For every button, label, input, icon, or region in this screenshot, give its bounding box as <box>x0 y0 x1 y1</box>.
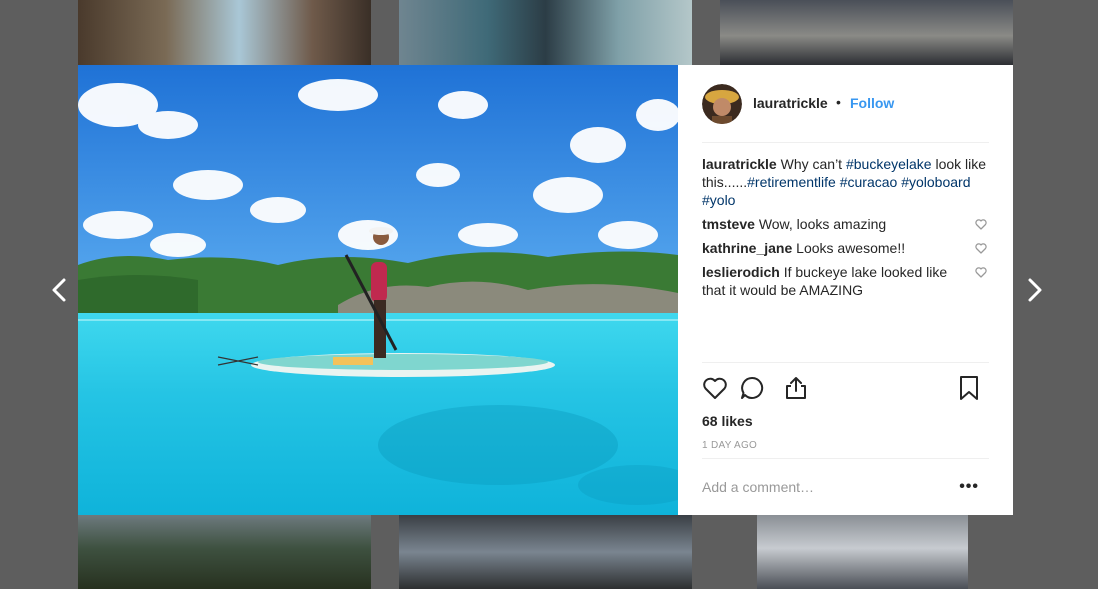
post-modal: lauratrickle • Follow lauratrickle Why c… <box>78 65 1013 515</box>
post-author-username[interactable]: lauratrickle <box>753 95 828 111</box>
grid-thumbnail[interactable] <box>78 0 371 65</box>
like-comment-heart-icon[interactable] <box>975 267 987 278</box>
heart-icon[interactable] <box>702 375 728 401</box>
hashtag-link[interactable]: #retirementlife <box>747 174 836 190</box>
like-comment-heart-icon[interactable] <box>975 243 987 254</box>
paddleboard-photo <box>78 65 678 515</box>
previous-post-button[interactable] <box>45 274 75 306</box>
chevron-left-icon <box>52 278 66 302</box>
comments-list: lauratrickle Why can’t #buckeyelake look… <box>702 155 989 305</box>
bookmark-icon[interactable] <box>956 375 982 401</box>
comment-username[interactable]: kathrine_jane <box>702 240 792 256</box>
caption-text: Why can’t <box>780 156 846 172</box>
hashtag-link[interactable]: #buckeyelake <box>846 156 932 172</box>
hashtag-link[interactable]: #curacao <box>840 174 898 190</box>
add-comment-input[interactable] <box>702 479 942 495</box>
share-icon[interactable] <box>783 375 809 401</box>
separator-dot: • <box>836 94 841 110</box>
comment-icon[interactable] <box>739 375 765 401</box>
post-sidebar: lauratrickle • Follow lauratrickle Why c… <box>678 65 1013 515</box>
like-comment-heart-icon[interactable] <box>975 219 987 230</box>
grid-thumbnail[interactable] <box>78 515 371 589</box>
action-bar <box>702 362 989 400</box>
more-options-button[interactable]: ••• <box>959 478 979 496</box>
comment-row: tmsteve Wow, looks amazing <box>702 215 989 233</box>
comment-username[interactable]: leslierodich <box>702 264 780 280</box>
post-header: lauratrickle • Follow <box>702 84 989 143</box>
likes-count[interactable]: 68 likes <box>702 413 753 429</box>
hashtag-link[interactable]: #yolo <box>702 192 735 208</box>
hashtag-link[interactable]: #yoloboard <box>901 174 970 190</box>
grid-thumbnail[interactable] <box>399 515 692 589</box>
chevron-right-icon <box>1028 278 1042 302</box>
avatar-image <box>702 84 742 124</box>
comment-text: Wow, looks amazing <box>758 216 887 232</box>
grid-thumbnail[interactable] <box>399 0 692 65</box>
avatar[interactable] <box>702 84 742 124</box>
post-photo <box>78 65 678 515</box>
comment-row: kathrine_jane Looks awesome!! <box>702 239 989 257</box>
next-post-button[interactable] <box>1019 274 1049 306</box>
comment-row: leslierodich If buckeye lake looked like… <box>702 263 989 299</box>
add-comment-section: ••• <box>702 458 989 516</box>
grid-thumbnail[interactable] <box>757 515 968 589</box>
grid-gap <box>720 515 757 589</box>
grid-thumbnail[interactable] <box>720 0 1013 65</box>
post-caption: lauratrickle Why can’t #buckeyelake look… <box>702 155 989 209</box>
caption-username[interactable]: lauratrickle <box>702 156 777 172</box>
follow-button[interactable]: Follow <box>850 95 894 111</box>
comment-text: Looks awesome!! <box>796 240 906 256</box>
post-timestamp: 1 DAY AGO <box>702 440 758 451</box>
comment-username[interactable]: tmsteve <box>702 216 755 232</box>
